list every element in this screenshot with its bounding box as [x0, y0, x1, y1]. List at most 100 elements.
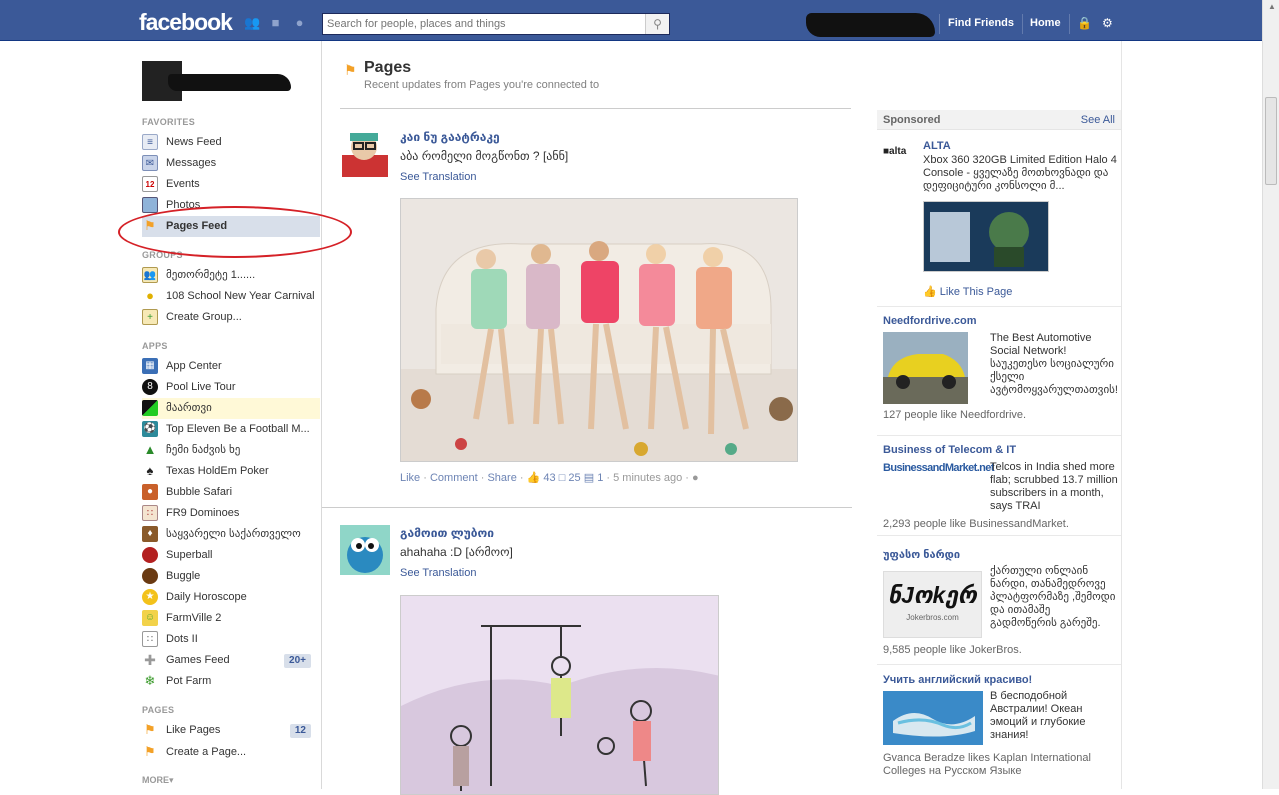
sidebar-more-link[interactable]: MORE▾ — [142, 775, 174, 786]
story-avatar[interactable] — [340, 525, 390, 575]
ad-likes: 127 people like Needfordrive. — [883, 409, 1027, 421]
buggle-icon — [142, 568, 158, 585]
ad-title[interactable]: ALTA — [923, 140, 951, 152]
friend-requests-icon[interactable]: 👥 — [244, 16, 260, 29]
redacted-user-name — [806, 13, 935, 37]
pages-icon: ⚑ — [344, 62, 357, 78]
georgia-icon: ♦ — [142, 526, 158, 543]
like-pages-icon: ⚑ — [144, 722, 156, 738]
farmville-icon: ☺ — [142, 610, 158, 627]
create-group-link[interactable]: + Create Group... — [142, 307, 320, 328]
story-text: ahahaha :D [არმოო] — [400, 545, 513, 559]
vertical-scrollbar[interactable]: ▲ — [1262, 0, 1279, 789]
story-actions: Like · Comment · Share · 👍 43 □ 25 ▤ 1 ·… — [400, 472, 699, 484]
sidebar-item-pool-live-tour[interactable]: 8 Pool Live Tour — [142, 377, 320, 398]
horoscope-icon: ★ — [142, 589, 158, 606]
scrollbar-thumb[interactable] — [1265, 97, 1277, 185]
sidebar-item-daily-horoscope[interactable]: ★ Daily Horoscope — [142, 587, 320, 608]
story-timestamp[interactable]: 5 minutes ago — [613, 472, 682, 484]
main-feed: ⚑ Pages Recent updates from Pages you're… — [322, 41, 855, 795]
ad-title[interactable]: უფასო ნარდი — [883, 548, 1119, 561]
page-title: Pages — [364, 59, 412, 76]
sidebar-item-dots-ii[interactable]: ∷ Dots II — [142, 629, 320, 650]
sidebar-item-group-2[interactable]: ● 108 School New Year Carnival — [142, 286, 320, 307]
pages-header: PAGES — [142, 705, 175, 715]
notifications-globe-icon[interactable]: ● — [292, 16, 307, 29]
messages-jewel-icon[interactable]: ■ — [268, 16, 283, 29]
ad-image[interactable] — [883, 332, 968, 404]
like-link[interactable]: Like — [400, 472, 420, 484]
sidebar-item-christmas-tree[interactable]: ▲ ჩემი ნაძვის ხე — [142, 440, 320, 461]
create-group-icon: + — [142, 309, 158, 326]
sidebar-item-top-eleven[interactable]: ⚽ Top Eleven Be a Football M... — [142, 419, 320, 440]
like-pages-badge: 12 — [289, 724, 311, 738]
group-icon: 👥 — [142, 267, 158, 284]
poker-icon: ♠ — [146, 463, 154, 479]
app-center-icon: ▦ — [142, 358, 158, 375]
story-avatar[interactable] — [340, 129, 390, 179]
sidebar-item-news-feed[interactable]: ≡ News Feed — [142, 132, 320, 153]
sidebar-item-like-pages[interactable]: ⚑ Like Pages 12 — [142, 720, 320, 741]
ad-image[interactable] — [923, 201, 1049, 272]
divider — [877, 535, 1121, 536]
ad-english-courses[interactable]: Учить английский красиво! В бесподобной … — [883, 674, 1119, 777]
story-photo[interactable] — [400, 595, 719, 795]
sidebar-item-messages[interactable]: ✉ Messages — [142, 153, 320, 174]
sidebar-item-farmville-2[interactable]: ☺ FarmVille 2 — [142, 608, 320, 629]
sidebar-item-app-center[interactable]: ▦ App Center — [142, 356, 320, 377]
divider — [322, 507, 852, 508]
privacy-lock-icon[interactable]: 🔒 — [1077, 16, 1092, 30]
story-page-name[interactable]: კაი ნუ გაატრაკე — [400, 130, 500, 144]
ad-title[interactable]: Needfordrive.com — [883, 315, 1119, 327]
share-count[interactable]: 1 — [597, 472, 603, 484]
home-link[interactable]: Home — [1030, 17, 1061, 29]
like-this-page-link[interactable]: 👍 Like This Page — [923, 285, 1012, 298]
search-input[interactable] — [323, 14, 645, 34]
sidebar-item-group-1[interactable]: 👥 მეთორმეტე 1...... — [142, 265, 320, 286]
sidebar-item-games-feed[interactable]: ✚ Games Feed 20+ — [142, 650, 320, 671]
comment-link[interactable]: Comment — [430, 472, 478, 484]
like-count[interactable]: 43 — [543, 472, 555, 484]
ad-title[interactable]: Учить английский красиво! — [883, 674, 1119, 686]
find-friends-link[interactable]: Find Friends — [948, 17, 1014, 29]
comment-icon: □ — [558, 472, 566, 484]
search-icon[interactable]: ⚲ — [645, 14, 669, 34]
businessandmarket-logo[interactable]: BusinessandMarket.net — [883, 462, 994, 474]
story-page-name[interactable]: გამოით ლუბოი — [400, 526, 494, 540]
sidebar-item-maartvi[interactable]: მაართვი — [142, 398, 320, 419]
ad-jokerbros[interactable]: უფასო ნარდი ნJოkერ Jokerbros.com ქართული… — [883, 548, 1119, 656]
see-translation-link[interactable]: See Translation — [400, 171, 476, 183]
ad-likes: Gvanca Beradze likes Kaplan Internationa… — [883, 752, 1091, 777]
create-page-link[interactable]: ⚑ Create a Page... — [142, 742, 320, 763]
sidebar-item-fr9-dominoes[interactable]: ∷ FR9 Dominoes — [142, 503, 320, 524]
share-link[interactable]: Share — [487, 472, 516, 484]
sidebar-item-sakvareli-saqartvelo[interactable]: ♦ საყვარელი საქართველო — [142, 524, 320, 545]
jokerbros-logo: ნJოkერ — [888, 582, 977, 608]
ad-needfordrive[interactable]: Needfordrive.com The Best Automotive Soc… — [883, 315, 1119, 421]
sidebar-item-pot-farm[interactable]: ❄ Pot Farm — [142, 671, 320, 692]
ad-image[interactable] — [883, 691, 983, 745]
divider — [340, 108, 851, 109]
dominoes-icon: ∷ — [142, 505, 158, 522]
see-translation-link[interactable]: See Translation — [400, 567, 476, 579]
scroll-up-arrow-icon[interactable]: ▲ — [1268, 2, 1276, 11]
ad-image[interactable]: ნJოkერ Jokerbros.com — [883, 571, 982, 638]
ad-business-telecom[interactable]: Business of Telecom & IT BusinessandMark… — [883, 444, 1119, 530]
story-photo[interactable] — [400, 198, 798, 462]
globe-icon: ● — [692, 472, 699, 484]
see-all-link[interactable]: See All — [1081, 114, 1115, 126]
sidebar-item-buggle[interactable]: Buggle — [142, 566, 320, 587]
ad-title[interactable]: Business of Telecom & IT — [883, 444, 1119, 456]
share-icon: ▤ — [583, 472, 595, 484]
gear-icon[interactable]: ⚙ — [1102, 16, 1113, 30]
sidebar-item-events[interactable]: 12 Events — [142, 174, 320, 195]
sidebar-item-texas-holdem[interactable]: ♠ Texas HoldEm Poker — [142, 461, 320, 482]
games-feed-badge: 20+ — [284, 654, 311, 668]
sidebar-item-superball[interactable]: Superball — [142, 545, 320, 566]
thumbs-up-icon: 👍 — [526, 472, 541, 484]
facebook-logo[interactable]: facebook — [139, 9, 233, 36]
sidebar-item-bubble-safari[interactable]: ● Bubble Safari — [142, 482, 320, 503]
red-annotation-circle — [118, 206, 352, 258]
comment-count[interactable]: 25 — [568, 472, 580, 484]
left-sidebar: FAVORITES ≡ News Feed ✉ Messages 12 Events … — [0, 41, 322, 789]
